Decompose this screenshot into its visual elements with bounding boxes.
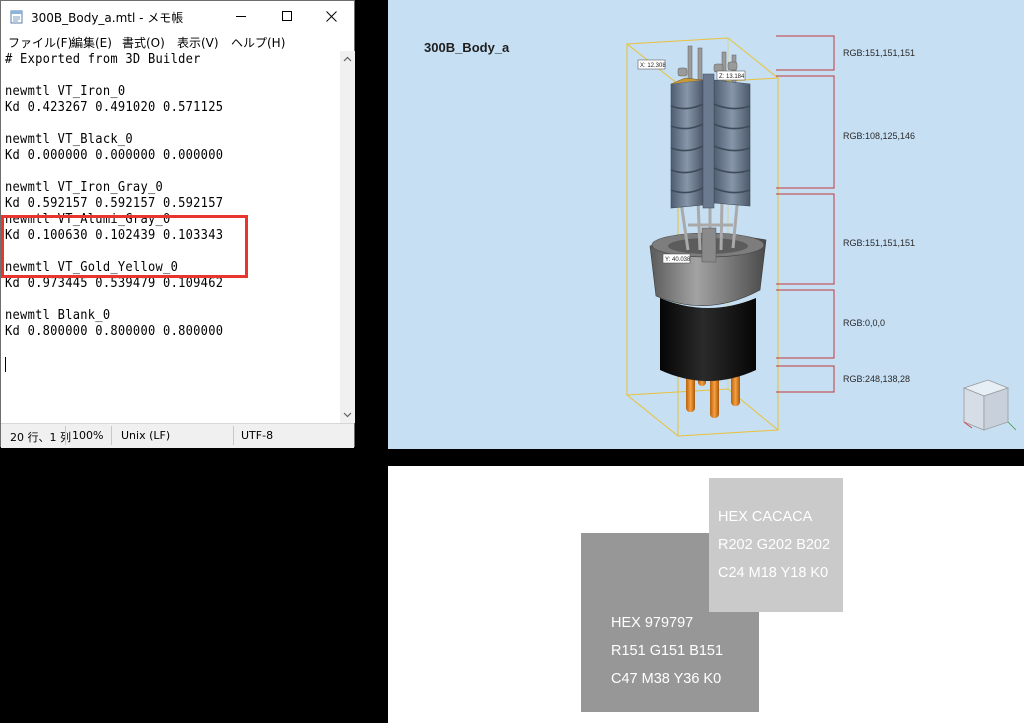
title-bar[interactable]: 300B_Body_a.mtl - メモ帳 [1,1,354,32]
3d-viewport[interactable]: 300B_Body_a X: 12.308 Z: 13.184 Y: 40.03… [388,0,1024,449]
maximize-button[interactable] [264,1,310,32]
swatch-light-cmyk: C24 M18 Y18 K0 [718,565,829,581]
line-ending: Unix (LF) [121,429,171,442]
menu-edit[interactable]: 編集(E) [71,34,112,51]
menu-format[interactable]: 書式(O) [122,34,165,51]
vacuum-tube-model[interactable]: X: 12.308 Z: 13.184 Y: 40.038 [388,0,1024,449]
scroll-up-icon[interactable] [343,55,352,64]
editor-text: # Exported from 3D Builder newmtl VT_Iro… [5,52,224,339]
text-caret [5,357,6,372]
menu-bar: ファイル(F) 編集(E) 書式(O) 表示(V) ヘルプ(H) [1,32,354,51]
rgb-brackets [776,35,835,393]
menu-file[interactable]: ファイル(F) [8,34,72,51]
menu-view[interactable]: 表示(V) [177,34,219,51]
vertical-scrollbar[interactable] [340,51,355,423]
dimension-x-label: X: 12.308 [640,63,666,69]
rgb-label-top-rods: RGB:151,151,151 [843,48,916,58]
minimize-icon [235,16,246,17]
dimension-x-tag: X: 12.308 [637,59,666,70]
highlight-box [1,215,248,278]
window-title: 300B_Body_a.mtl - メモ帳 [31,11,184,25]
rgb-label-supports: RGB:151,151,151 [843,238,916,248]
dimension-y-label: Y: 40.038 [665,257,691,263]
notepad-app-icon [10,10,23,24]
cursor-position: 20 行、1 列 [10,431,71,444]
notepad-window: 300B_Body_a.mtl - メモ帳 ファイル(F) 編集(E) 書式(O… [0,0,355,448]
status-divider [233,426,234,445]
maximize-icon [281,11,292,21]
encoding: UTF-8 [241,429,274,442]
dimension-z-tag: Z: 13.184 [716,70,746,81]
close-icon [325,11,337,22]
swatch-cacaca: HEX CACACA R202 G202 B202 C24 M18 Y18 K0 [709,478,843,612]
swatch-dark-rgb: R151 G151 B151 [611,643,724,659]
status-divider [65,426,66,445]
status-divider [111,426,112,445]
tube-base [660,298,756,381]
dimension-y-tag: Y: 40.038 [662,253,691,264]
dimension-z-label: Z: 13.184 [719,74,745,80]
rgb-label-pins: RGB:248,138,28 [843,374,911,384]
swatch-light-hex: HEX CACACA [718,509,813,525]
swatch-dark-cmyk: C47 M38 Y36 K0 [611,671,722,687]
view-cube-icon[interactable] [962,379,1017,431]
minimize-button[interactable] [218,1,264,32]
zoom-level: 100% [72,429,104,442]
color-swatch-panel: HEX 979797 R151 G151 B151 C47 M38 Y36 K0… [388,466,1024,723]
scroll-down-icon[interactable] [343,410,352,419]
rgb-label-base: RGB:0,0,0 [843,318,886,328]
swatch-dark-hex: HEX 979797 [611,615,694,631]
swatch-light-rgb: R202 G202 B202 [718,537,831,553]
status-bar: 20 行、1 列 100% Unix (LF) UTF-8 [1,423,354,448]
menu-help[interactable]: ヘルプ(H) [231,34,285,51]
text-editor[interactable]: # Exported from 3D Builder newmtl VT_Iro… [1,51,340,423]
rgb-label-plates: RGB:108,125,146 [843,131,916,141]
tube-plates [670,73,751,209]
close-button[interactable] [308,1,354,32]
